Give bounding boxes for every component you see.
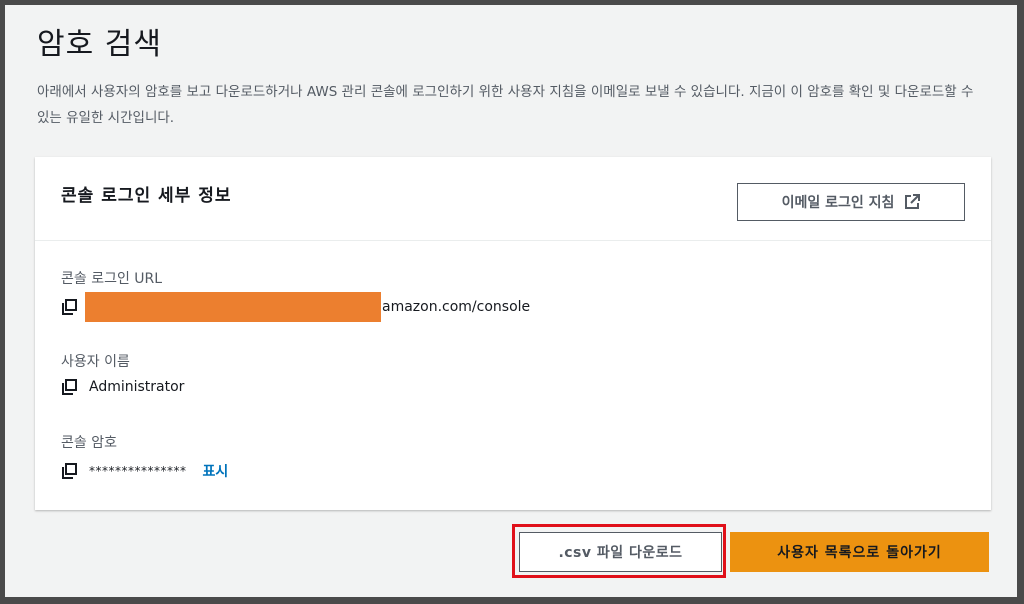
username-text: Administrator — [89, 379, 185, 395]
email-login-instructions-button[interactable]: 이메일 로그인 지침 — [737, 183, 965, 221]
card-header: 콘솔 로그인 세부 정보 이메일 로그인 지침 — [35, 157, 991, 241]
console-url-value: amazon.com/console — [61, 292, 530, 322]
password-value: *************** 표시 — [61, 461, 228, 481]
copy-icon[interactable] — [61, 463, 77, 479]
content-frame: 암호 검색 아래에서 사용자의 암호를 보고 다운로드하거나 AWS 관리 콘솔… — [5, 5, 1017, 597]
external-link-icon — [904, 194, 921, 210]
copy-icon[interactable] — [61, 379, 77, 395]
page-description: 아래에서 사용자의 암호를 보고 다운로드하거나 AWS 관리 콘솔에 로그인하… — [37, 84, 974, 126]
copy-icon[interactable] — [61, 299, 77, 315]
username-label: 사용자 이름 — [61, 354, 130, 370]
page-title: 암호 검색 — [37, 27, 162, 62]
email-button-label: 이메일 로그인 지침 — [781, 195, 895, 211]
console-login-details-card: 콘솔 로그인 세부 정보 이메일 로그인 지침 콘솔 로그인 URL amazo… — [35, 157, 991, 510]
card-title: 콘솔 로그인 세부 정보 — [61, 186, 232, 206]
redacted-url-block — [85, 292, 381, 322]
download-csv-button[interactable]: .csv 파일 다운로드 — [519, 532, 722, 572]
show-password-link[interactable]: 표시 — [203, 461, 229, 481]
password-masked-text: *************** — [89, 464, 187, 478]
back-to-user-list-button[interactable]: 사용자 목록으로 돌아가기 — [730, 532, 989, 572]
console-url-label: 콘솔 로그인 URL — [61, 271, 163, 287]
username-value: Administrator — [61, 379, 184, 395]
console-url-text: amazon.com/console — [382, 299, 531, 315]
password-label: 콘솔 암호 — [61, 435, 117, 451]
